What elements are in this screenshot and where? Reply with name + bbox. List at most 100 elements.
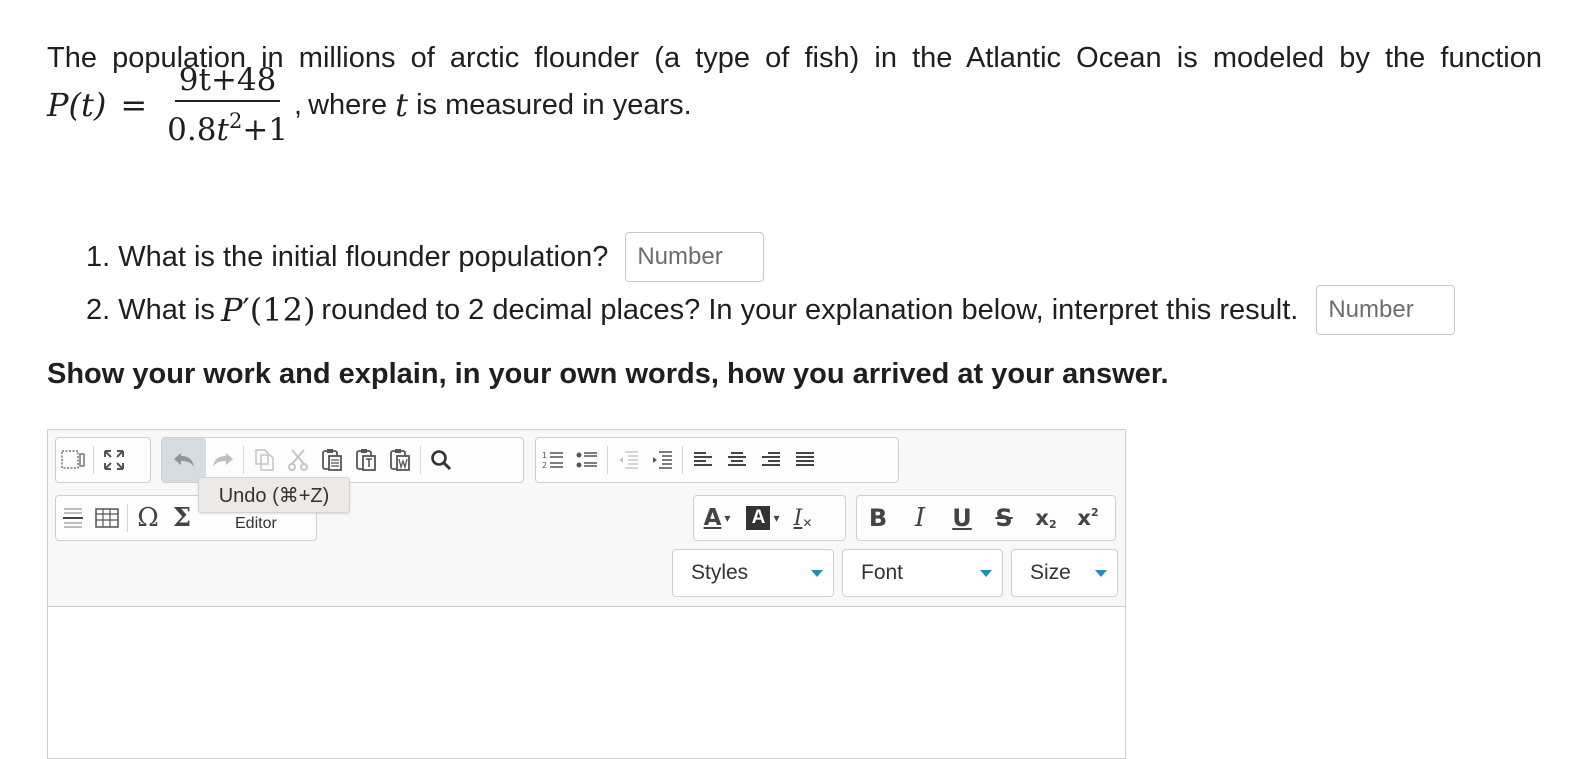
align-left-icon	[694, 452, 712, 466]
source-icon	[61, 450, 85, 469]
redo-button[interactable]	[206, 442, 240, 478]
undo-button[interactable]	[162, 438, 206, 482]
function-lhs: P(t)	[47, 86, 107, 124]
chevron-down-icon	[1095, 570, 1107, 577]
search-icon	[431, 450, 452, 471]
underline-button[interactable]: U	[941, 500, 983, 536]
denominator-exponent: 2	[228, 109, 243, 133]
editor-toolbar: 12 Ω Σ A ▾ A ▾ I ✕ B I U S x 2 x 2 Style…	[48, 430, 1125, 607]
paste-text-button[interactable]	[349, 442, 383, 478]
initial-population-input[interactable]: Number	[625, 232, 765, 282]
align-left-button[interactable]	[686, 442, 720, 478]
subscript-icon: x	[1035, 506, 1049, 530]
special-char-button[interactable]: Ω	[131, 500, 165, 536]
align-center-button[interactable]	[720, 442, 754, 478]
source-button[interactable]	[56, 442, 90, 478]
function-comma: ,	[294, 89, 303, 121]
styles-label: Styles	[691, 561, 749, 584]
svg-text:2: 2	[542, 461, 547, 470]
copy-button[interactable]	[247, 442, 281, 478]
background-color-button[interactable]: A ▾	[740, 500, 786, 536]
bold-button[interactable]: B	[857, 500, 899, 536]
remove-format-icon: I	[793, 505, 803, 531]
derivative-func: P	[220, 291, 243, 329]
equals-sign: =	[120, 86, 148, 124]
paste-word-icon	[390, 449, 410, 471]
paste-word-button[interactable]	[383, 442, 417, 478]
find-button[interactable]	[424, 442, 458, 478]
strikethrough-icon: S	[995, 504, 1013, 532]
clipboard-icon	[322, 449, 342, 471]
question-number: 2.	[86, 293, 111, 326]
size-dropdown[interactable]: Size	[1011, 549, 1118, 597]
bulleted-list-button[interactable]	[570, 442, 604, 478]
toolbar-separator	[93, 446, 94, 474]
font-label: Font	[861, 561, 904, 584]
fraction-denominator: 0.8t2+1	[163, 102, 292, 147]
where-suffix: is measured in years.	[416, 89, 692, 121]
denominator-coef: 0.8	[167, 112, 217, 148]
bulleted-list-icon	[576, 452, 597, 468]
toolbar-group-colors: A ▾ A ▾ I ✕	[693, 495, 846, 541]
align-center-icon	[728, 452, 746, 466]
font-dropdown[interactable]: Font	[842, 549, 1003, 597]
question-number: 1.	[86, 240, 111, 273]
scissors-icon	[288, 449, 308, 471]
toolbar-group-paragraph: 12	[535, 437, 899, 483]
align-justify-button[interactable]	[788, 442, 822, 478]
redo-icon	[213, 453, 233, 467]
numbered-list-button[interactable]: 12	[536, 442, 570, 478]
indent-button[interactable]	[645, 442, 679, 478]
paste-text-icon	[356, 449, 376, 471]
align-right-button[interactable]	[754, 442, 788, 478]
equation-editor-caption: Editor	[235, 515, 277, 532]
question-text: What is the initial flounder population?	[118, 240, 609, 273]
superscript-icon: x	[1077, 506, 1091, 530]
size-label: Size	[1030, 561, 1071, 584]
undo-tooltip: Undo (⌘+Z)	[198, 477, 350, 513]
denominator-tail: +1	[242, 112, 289, 148]
editor-content-area[interactable]	[48, 607, 1125, 757]
remove-format-button[interactable]: I ✕	[786, 500, 820, 536]
denominator-var: t	[216, 112, 229, 148]
table-icon	[95, 508, 119, 528]
svg-text:1: 1	[542, 451, 547, 460]
indent-icon	[653, 451, 672, 469]
text-color-icon: A	[703, 505, 722, 531]
paste-button[interactable]	[315, 442, 349, 478]
toolbar-separator	[127, 504, 128, 532]
omega-icon: Ω	[137, 503, 159, 533]
question-text-before: What is	[118, 293, 215, 326]
derivative-prime: ′	[242, 291, 250, 329]
align-right-icon	[762, 452, 780, 466]
superscript-button[interactable]: x2	[1067, 500, 1109, 536]
chevron-down-icon	[811, 570, 823, 577]
undo-icon	[174, 453, 194, 467]
subscript-button[interactable]: x2	[1025, 500, 1067, 536]
strikethrough-button[interactable]: S	[983, 500, 1025, 536]
derivative-arg: (12)	[249, 291, 316, 329]
align-justify-icon	[796, 452, 814, 466]
cut-button[interactable]	[281, 442, 315, 478]
toolbar-separator	[243, 446, 244, 474]
numbered-list-icon: 12	[542, 451, 563, 470]
derivative-expression: P′(12)	[221, 291, 315, 329]
horizontal-line-button[interactable]	[56, 500, 90, 536]
outdent-icon	[619, 451, 638, 469]
table-button[interactable]	[90, 500, 124, 536]
equation-button[interactable]: Σ	[165, 500, 199, 536]
italic-button[interactable]: I	[899, 500, 941, 536]
derivative-answer-input[interactable]: Number	[1316, 285, 1456, 335]
copy-icon	[255, 449, 274, 471]
text-color-button[interactable]: A ▾	[694, 500, 740, 536]
fraction-numerator: 9t+48	[174, 63, 281, 102]
styles-dropdown[interactable]: Styles	[672, 549, 834, 597]
where-var: t	[395, 86, 409, 124]
outdent-button[interactable]	[611, 442, 645, 478]
toolbar-group-view	[55, 437, 151, 483]
maximize-button[interactable]	[97, 442, 131, 478]
chevron-down-icon: ▾	[724, 511, 731, 525]
maximize-icon	[104, 450, 124, 470]
underline-icon: U	[952, 504, 972, 532]
sigma-icon: Σ	[172, 503, 192, 533]
